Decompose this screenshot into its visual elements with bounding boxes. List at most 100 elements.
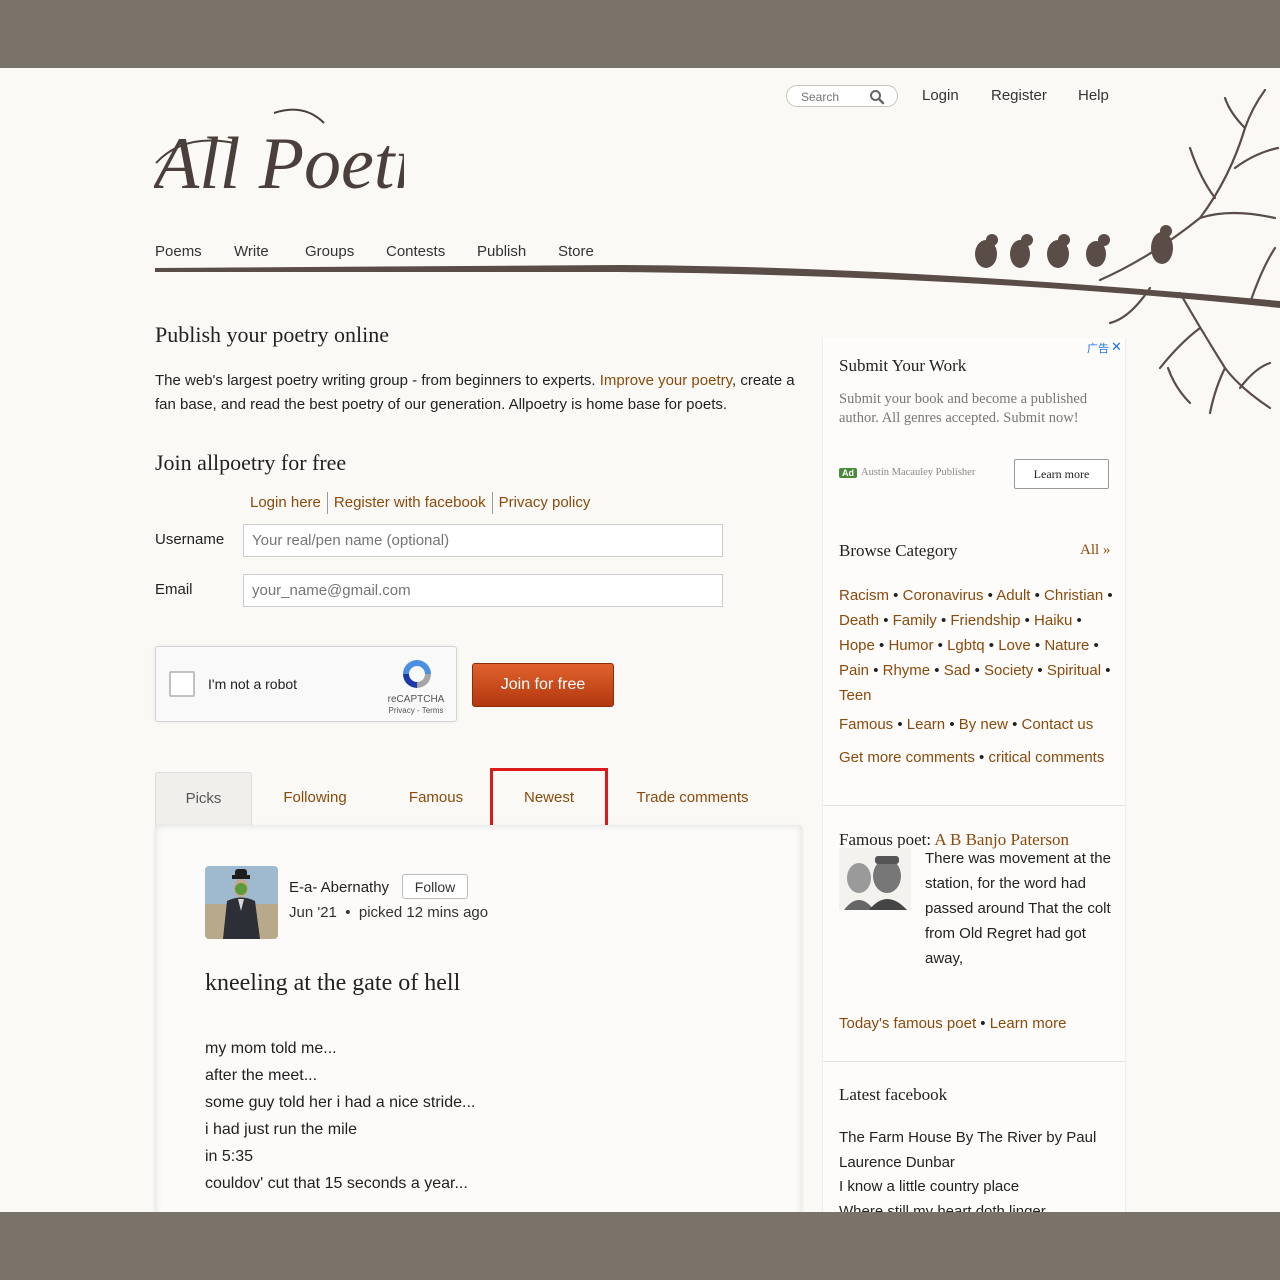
facebook-post-line: Where still my heart doth linger	[839, 1202, 1046, 1213]
poem-body: my mom told me... after the meet... some…	[205, 1035, 475, 1197]
category-link[interactable]: Hope	[839, 637, 875, 654]
facebook-post-line: I know a little country place	[839, 1178, 1020, 1195]
login-here-link[interactable]: Login here	[244, 494, 327, 511]
learn-more-link[interactable]: Learn more	[990, 1015, 1067, 1032]
intro-heading: Publish your poetry online	[155, 322, 390, 347]
learn-link[interactable]: Learn	[907, 716, 945, 733]
email-field[interactable]	[243, 574, 723, 607]
category-link[interactable]: Coronavirus	[903, 587, 984, 604]
category-link[interactable]: Society	[984, 662, 1033, 679]
logo-text: All Poetry	[154, 123, 404, 205]
ad-learn-more-button[interactable]: Learn more	[1014, 459, 1109, 489]
meta-bullet: •	[345, 904, 351, 921]
category-link[interactable]: Spiritual	[1047, 662, 1101, 679]
search-icon[interactable]	[869, 89, 885, 105]
search-box[interactable]	[786, 85, 898, 107]
category-link[interactable]: Racism	[839, 587, 889, 604]
famous-link[interactable]: Famous	[839, 716, 893, 733]
category-link[interactable]: Pain	[839, 662, 869, 679]
comments-links: Get more comments • critical comments	[839, 749, 1105, 766]
nav-contests[interactable]: Contests	[386, 243, 445, 260]
author-name[interactable]: E-a- Abernathy	[289, 879, 389, 896]
nav-store[interactable]: Store	[558, 243, 594, 260]
category-list: Racism • Coronavirus • Adult • Christian…	[839, 587, 1113, 704]
username-label: Username	[155, 531, 225, 548]
category-link[interactable]: Rhyme	[883, 662, 931, 679]
username-field[interactable]	[243, 524, 723, 557]
help-link[interactable]: Help	[1078, 87, 1109, 104]
category-link[interactable]: Lgbtq	[947, 637, 985, 654]
search-input[interactable]	[799, 88, 873, 106]
recaptcha-brand: reCAPTCHA	[387, 694, 445, 705]
browse-category-heading: Browse Category	[839, 541, 958, 560]
poem-title[interactable]: kneeling at the gate of hell	[205, 970, 460, 997]
tab-picks[interactable]: Picks	[155, 772, 252, 826]
register-link[interactable]: Register	[991, 87, 1047, 104]
nav-poems[interactable]: Poems	[155, 243, 202, 260]
all-categories-link[interactable]: All »	[1080, 542, 1110, 559]
category-link[interactable]: Love	[998, 637, 1031, 654]
category-link[interactable]: Death	[839, 612, 879, 629]
recaptcha-widget: I'm not a robot reCAPTCHA Privacy - Term…	[155, 646, 457, 722]
close-icon[interactable]: ✕	[1111, 339, 1122, 355]
famous-poet-photo[interactable]	[839, 848, 911, 910]
browse-extra-links: Famous • Learn • By new • Contact us	[839, 716, 1094, 733]
allpoetry-logo[interactable]: All Poetry	[149, 103, 456, 223]
sidebar: 广告 ✕ Submit Your Work Submit your book a…	[822, 338, 1126, 1212]
get-more-comments-link[interactable]: Get more comments	[839, 749, 975, 766]
category-link[interactable]: Nature	[1044, 637, 1089, 654]
nav-groups[interactable]: Groups	[305, 243, 354, 260]
latest-facebook-heading: Latest facebook	[839, 1085, 948, 1104]
tab-following[interactable]: Following	[265, 772, 365, 826]
nav-publish[interactable]: Publish	[477, 243, 526, 260]
poem-line: some guy told her i had a nice stride...	[205, 1094, 476, 1111]
poem-line: my mom told me...	[205, 1040, 337, 1057]
critical-comments-link[interactable]: critical comments	[988, 749, 1104, 766]
browse-category-section: Browse Category All » Racism • Coronavir…	[823, 503, 1125, 805]
ad-choices-label[interactable]: 广告	[1087, 340, 1109, 356]
category-link[interactable]: Humor	[888, 637, 933, 654]
category-link[interactable]: Sad	[944, 662, 971, 679]
follow-button[interactable]: Follow	[402, 874, 468, 899]
ad-badge: Ad	[839, 468, 857, 478]
recaptcha-links[interactable]: Privacy - Terms	[378, 706, 454, 715]
facebook-post-title[interactable]: The Farm House By The River by Paul Laur…	[839, 1126, 1117, 1175]
category-link[interactable]: Teen	[839, 687, 872, 704]
famous-poem-excerpt: There was movement at the station, for t…	[925, 850, 1111, 967]
facebook-post: The Farm House By The River by Paul Laur…	[839, 1126, 1117, 1212]
author-avatar[interactable]	[205, 866, 278, 939]
category-link[interactable]: Adult	[996, 587, 1030, 604]
intro-text-start: The web's largest poetry writing group -…	[155, 372, 600, 389]
by-new-link[interactable]: By new	[959, 716, 1008, 733]
ad-description: Submit your book and become a published …	[839, 391, 1088, 426]
tab-famous[interactable]: Famous	[390, 772, 482, 826]
contact-us-link[interactable]: Contact us	[1022, 716, 1094, 733]
ad-box: 广告 ✕ Submit Your Work Submit your book a…	[823, 338, 1125, 503]
recaptcha-label: I'm not a robot	[208, 676, 298, 692]
nav-write[interactable]: Write	[234, 243, 269, 260]
category-link[interactable]: Haiku	[1034, 612, 1072, 629]
privacy-policy-link[interactable]: Privacy policy	[493, 494, 597, 511]
page: All Poetry Login Register Help Poems Wri…	[0, 68, 1280, 1212]
login-link[interactable]: Login	[922, 87, 959, 104]
tab-trade-comments[interactable]: Trade comments	[620, 772, 765, 826]
famous-poet-label: Famous poet:	[839, 830, 932, 849]
join-heading: Join allpoetry for free	[155, 450, 347, 475]
tab-newest[interactable]: Newest	[493, 772, 605, 826]
latest-facebook-section: Latest facebook The Farm House By The Ri…	[823, 1061, 1125, 1212]
join-links: Login here Register with facebook Privacy …	[244, 492, 596, 514]
category-link[interactable]: Family	[893, 612, 937, 629]
ad-advertiser[interactable]: Austin Macauley Publisher	[861, 467, 975, 478]
todays-famous-poet-link[interactable]: Today's famous poet	[839, 1015, 976, 1032]
poem-line: couldov' cut that 15 seconds a year...	[205, 1175, 468, 1192]
recaptcha-icon	[403, 660, 431, 688]
recaptcha-checkbox[interactable]	[169, 671, 195, 697]
category-link[interactable]: Friendship	[950, 612, 1020, 629]
ad-title[interactable]: Submit Your Work	[839, 356, 966, 376]
register-facebook-link[interactable]: Register with facebook	[328, 494, 492, 511]
improve-poetry-link[interactable]: Improve your poetry	[600, 372, 732, 389]
poem-line: in 5:35	[205, 1148, 254, 1165]
join-for-free-button[interactable]: Join for free	[472, 663, 614, 707]
category-link[interactable]: Christian	[1044, 587, 1103, 604]
intro-text: The web's largest poetry writing group -…	[155, 369, 805, 417]
